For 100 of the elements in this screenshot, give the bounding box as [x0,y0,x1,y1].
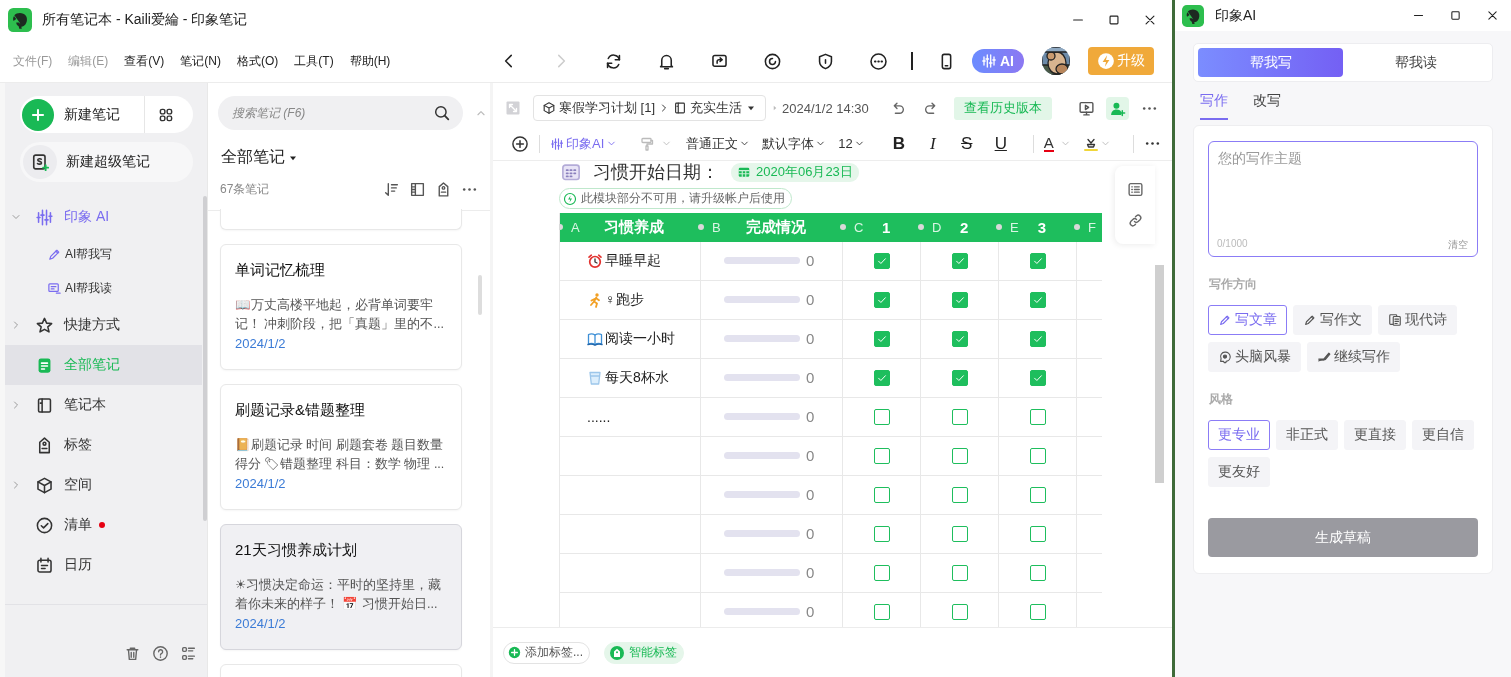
checkbox[interactable] [873,369,890,386]
checkbox[interactable] [1029,564,1046,581]
spiral-icon[interactable] [763,51,782,71]
new-note-button[interactable]: 新建笔记 [20,96,193,133]
text-color-button[interactable]: A [1043,135,1054,152]
paint-roller-icon[interactable] [639,135,656,152]
more-icon[interactable] [869,51,888,71]
font-dropdown[interactable]: 默认字体 [762,134,815,153]
sidebar-item[interactable]: 快捷方式 [5,305,202,345]
option-chip[interactable]: 更自信 [1412,420,1474,450]
option-chip[interactable]: 继续写作 [1307,342,1400,372]
expand-icon[interactable] [505,100,521,116]
sidebar-item[interactable]: 标签 [5,425,202,465]
sidebar-item[interactable]: 笔记本 [5,385,202,425]
checkbox[interactable] [873,486,890,503]
note-card[interactable]: 单词记忆梳理 📖万丈高楼平地起，必背单词要牢记！ 冲刺阶段，把「真题」里的不... 2024/1/2 [220,244,462,370]
sidebar-item[interactable]: AI帮我读 [5,271,202,305]
present-icon[interactable] [1077,99,1095,117]
checkbox[interactable] [873,252,890,269]
underline-button[interactable]: U [988,133,1013,154]
close-icon[interactable] [1486,9,1499,22]
checkbox[interactable] [951,408,968,425]
ai-dropdown-label[interactable]: 印象AI [566,134,605,153]
add-icon[interactable] [511,134,529,153]
italic-button[interactable]: I [920,133,945,154]
option-chip[interactable]: 更专业 [1208,420,1270,450]
checkbox[interactable] [873,330,890,347]
link-icon[interactable] [1126,212,1144,229]
checkbox[interactable] [1029,408,1046,425]
checkbox[interactable] [1029,447,1046,464]
checkbox[interactable] [873,525,890,542]
checkbox[interactable] [1029,330,1046,347]
new-super-note-button[interactable]: 新建超级笔记 [20,142,193,182]
checkbox[interactable] [1029,603,1046,620]
checkbox[interactable] [951,291,968,308]
mode-tab[interactable]: 帮我读 [1343,48,1488,77]
paragraph-style-dropdown[interactable]: 普通正文 [686,134,739,153]
checkbox[interactable] [951,564,968,581]
scrollbar[interactable] [1155,265,1164,483]
search-icon[interactable] [433,104,451,122]
maximize-icon[interactable] [1107,13,1121,27]
checkbox[interactable] [951,330,968,347]
strikethrough-button[interactable]: S [954,133,979,154]
columns-icon[interactable] [409,181,426,198]
menu-item[interactable]: 笔记(N) [180,52,221,70]
tab[interactable]: 改写 [1253,92,1281,120]
close-icon[interactable] [1143,13,1157,27]
note-card[interactable]: 刷题记录&错题整理 📔刷题记录 时间 刷题套卷 题目数量得分 🏷错题整理 科目：数学 物理 ... 2024/1/2 [220,384,462,510]
notebook-link[interactable]: 充实生活 [690,99,743,117]
tab[interactable]: 写作 [1200,92,1228,120]
sidebar-item[interactable]: AI帮我写 [5,237,202,271]
checkbox[interactable] [951,525,968,542]
bold-button[interactable]: B [886,133,911,154]
outline-icon[interactable] [1126,181,1144,198]
option-chip[interactable]: 更友好 [1208,457,1270,487]
help-icon[interactable] [152,645,169,662]
sidebar-item[interactable]: 印象 AI [5,197,202,237]
checkbox[interactable] [873,603,890,620]
maximize-icon[interactable] [1449,9,1462,22]
menu-item[interactable]: 查看(V) [124,52,165,70]
checkbox[interactable] [951,486,968,503]
option-chip[interactable]: 现代诗 [1378,305,1457,335]
checkbox[interactable] [873,564,890,581]
checkbox[interactable] [1029,252,1046,269]
menu-item[interactable]: 格式(O) [237,52,279,70]
scrollbar[interactable] [203,196,207,521]
option-chip[interactable]: 写文章 [1208,305,1287,335]
option-chip[interactable]: 非正式 [1276,420,1338,450]
checkbox[interactable] [873,291,890,308]
sidebar-item[interactable]: 清单 [5,505,202,545]
sidebar-item[interactable]: 空间 [5,465,202,505]
note-card[interactable]: 21天习惯养成计划 ☀习惯决定命运：平时的坚持里，藏着你未来的样子！ 📅 习惯开始日... 2024/1/2 [220,524,462,650]
menu-item[interactable]: 帮助(H) [349,52,391,70]
option-chip[interactable]: 写作文 [1293,305,1372,335]
notes-title-dropdown[interactable]: 全部笔记 [221,147,490,168]
font-size-dropdown[interactable]: 12 [838,136,853,151]
search-field[interactable]: 搜索笔记 (F6) [218,96,463,130]
scrollbar[interactable] [478,275,482,315]
checkbox[interactable] [1029,525,1046,542]
option-chip[interactable]: 头脑风暴 [1208,342,1301,372]
checkbox[interactable] [873,447,890,464]
checkbox[interactable] [951,369,968,386]
checkbox[interactable] [1029,291,1046,308]
refresh-icon[interactable] [604,51,623,71]
mode-tab[interactable]: 帮我写 [1198,48,1343,77]
notebook-stack-link[interactable]: 寒假学习计划 [1] [559,99,656,117]
checkbox[interactable] [1029,486,1046,503]
sort-icon[interactable] [383,181,400,198]
list-icon[interactable] [180,645,197,662]
option-chip[interactable]: 更直接 [1344,420,1406,450]
checkbox[interactable] [951,603,968,620]
checkbox[interactable] [951,252,968,269]
shield-icon[interactable] [816,51,835,71]
menu-item[interactable]: 工具(T) [294,52,334,70]
trash-icon[interactable] [124,645,141,662]
breadcrumb[interactable]: 寒假学习计划 [1] 充实生活 [533,95,767,121]
checkbox[interactable] [1029,369,1046,386]
checkbox[interactable] [873,408,890,425]
sidebar-item[interactable]: 日历 [5,545,202,585]
checkbox[interactable] [951,447,968,464]
